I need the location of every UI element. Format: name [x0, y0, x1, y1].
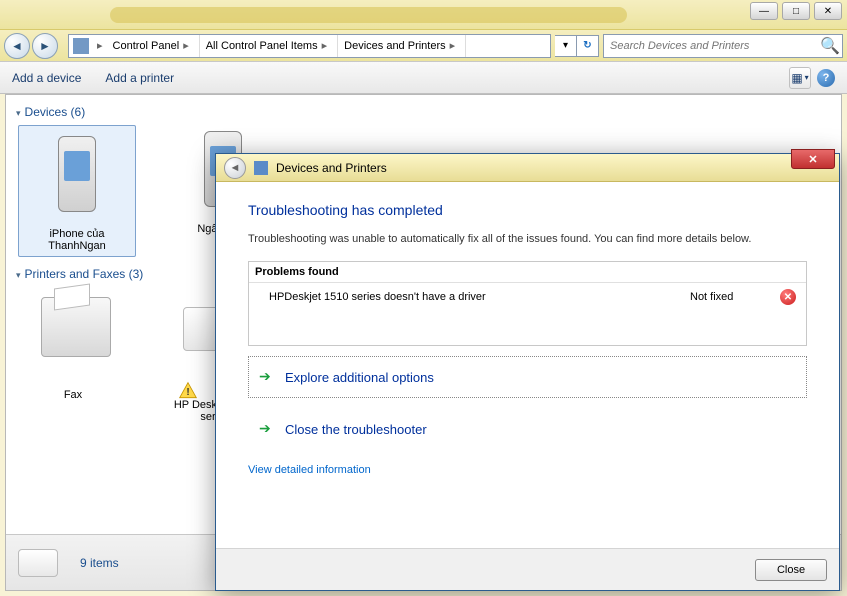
window-close-button[interactable]: ✕: [814, 2, 842, 20]
breadcrumb-label: Control Panel: [113, 40, 180, 52]
svg-text:!: !: [186, 387, 189, 398]
add-device-button[interactable]: Add a device: [12, 71, 81, 85]
breadcrumb-control-panel[interactable]: Control Panel▸: [107, 35, 200, 57]
breadcrumb-label: Devices and Printers: [344, 40, 446, 52]
dialog-title: Devices and Printers: [276, 161, 387, 175]
window-title-stripe: [110, 7, 627, 23]
chevron-right-icon: ▸: [446, 39, 460, 52]
refresh-button[interactable]: ↻: [577, 35, 599, 57]
location-icon: [73, 38, 89, 54]
explore-options-link[interactable]: ➔ Explore additional options: [248, 356, 807, 398]
printer-item-fax[interactable]: Fax: [18, 287, 128, 423]
toolbar-left: Add a device Add a printer: [12, 71, 174, 85]
dialog-message: Troubleshooting was unable to automatica…: [248, 232, 807, 247]
troubleshooter-dialog: ◄ Devices and Printers ✕ Troubleshooting…: [215, 153, 840, 591]
nav-buttons: ◄ ►: [4, 32, 64, 60]
back-button[interactable]: ◄: [4, 33, 30, 59]
add-printer-button[interactable]: Add a printer: [105, 71, 174, 85]
devices-section-header[interactable]: ▾ Devices (6): [6, 95, 841, 125]
problems-header: Problems found: [249, 262, 806, 283]
breadcrumb-label: All Control Panel Items: [206, 40, 318, 52]
command-toolbar: Add a device Add a printer ▦▾ ?: [0, 62, 847, 94]
help-button[interactable]: ?: [817, 69, 835, 87]
forward-button[interactable]: ►: [32, 33, 58, 59]
address-bar-buttons: ▾ ↻: [555, 35, 599, 57]
collapse-icon: ▾: [16, 108, 21, 118]
toolbar-right: ▦▾ ?: [789, 67, 835, 89]
close-troubleshooter-link[interactable]: ➔ Close the troubleshooter: [248, 408, 807, 450]
maximize-button[interactable]: □: [782, 2, 810, 20]
navigation-row: ◄ ► ▸ Control Panel▸ All Control Panel I…: [0, 30, 847, 62]
problem-description: HPDeskjet 1510 series doesn't have a dri…: [269, 291, 690, 303]
device-item-iphone[interactable]: iPhone của ThanhNgan: [18, 125, 136, 257]
minimize-button[interactable]: —: [750, 2, 778, 20]
dialog-heading: Troubleshooting has completed: [248, 202, 807, 218]
search-icon: 🔍: [820, 36, 836, 56]
arrow-right-icon: ➔: [259, 421, 275, 437]
printer-label: Fax: [18, 389, 128, 401]
view-options-button[interactable]: ▦▾: [789, 67, 811, 89]
printer-icon: [41, 297, 105, 385]
section-title: Printers and Faxes (3): [25, 267, 144, 281]
breadcrumb-devices-printers[interactable]: Devices and Printers▸: [338, 35, 466, 57]
item-count: 9 items: [80, 556, 119, 570]
section-title: Devices (6): [25, 105, 86, 119]
error-icon: ✕: [780, 289, 796, 305]
warning-icon: !: [177, 381, 199, 401]
device-icon: [45, 136, 109, 224]
problem-row: HPDeskjet 1510 series doesn't have a dri…: [249, 283, 806, 311]
close-button[interactable]: Close: [755, 559, 827, 581]
breadcrumb-arrow: ▸: [93, 39, 107, 52]
dialog-title-icon: [254, 161, 268, 175]
address-bar[interactable]: ▸ Control Panel▸ All Control Panel Items…: [68, 34, 551, 58]
search-input[interactable]: [604, 40, 820, 52]
command-label: Explore additional options: [285, 370, 434, 385]
view-details-link[interactable]: View detailed information: [248, 464, 371, 476]
problem-status: Not fixed: [690, 291, 780, 303]
dialog-body: Troubleshooting has completed Troublesho…: [216, 182, 839, 490]
problems-found-box: Problems found HPDeskjet 1510 series doe…: [248, 261, 807, 346]
arrow-right-icon: ➔: [259, 369, 275, 385]
chevron-right-icon: ▸: [318, 39, 332, 52]
dialog-titlebar[interactable]: ◄ Devices and Printers ✕: [216, 154, 839, 182]
window-titlebar: — □ ✕: [0, 0, 847, 30]
device-label: iPhone của ThanhNgan: [23, 228, 131, 252]
search-box[interactable]: 🔍: [603, 34, 843, 58]
dialog-back-button[interactable]: ◄: [224, 157, 246, 179]
breadcrumb-all-items[interactable]: All Control Panel Items▸: [200, 35, 338, 57]
chevron-right-icon: ▸: [179, 39, 193, 52]
collapse-icon: ▾: [16, 270, 21, 280]
dialog-footer: Close: [216, 548, 839, 590]
command-label: Close the troubleshooter: [285, 422, 427, 437]
address-dropdown-button[interactable]: ▾: [555, 35, 577, 57]
status-icon: [18, 543, 66, 583]
dialog-close-button[interactable]: ✕: [791, 149, 835, 169]
window-controls: — □ ✕: [750, 2, 842, 20]
